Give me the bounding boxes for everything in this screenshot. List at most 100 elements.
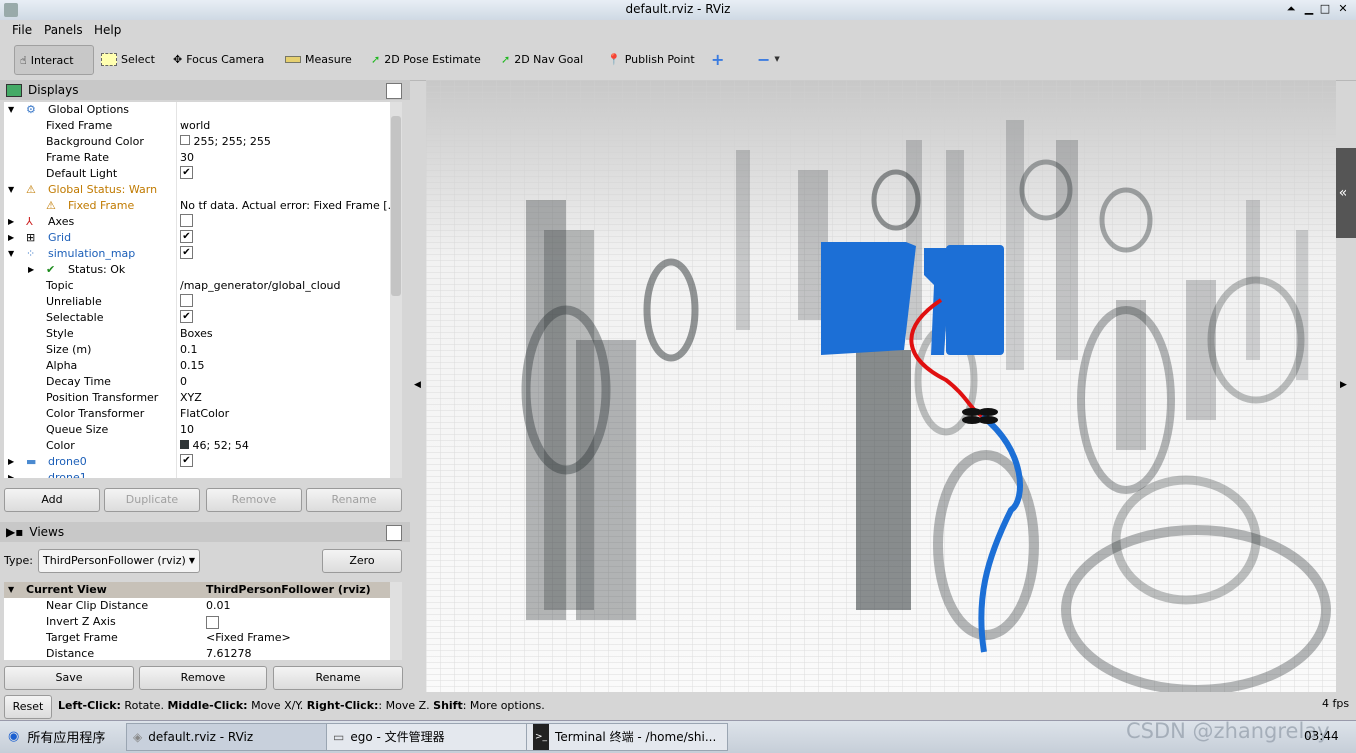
prop-value[interactable]: 255; 255; 255 [180,134,271,150]
tree-row[interactable]: Target Frame <Fixed Frame> [4,630,390,646]
scroll-thumb[interactable] [391,116,401,296]
remove-display-button[interactable]: Remove [206,488,302,512]
prop-value[interactable]: FlatColor [180,406,229,422]
grid-label: Grid [48,231,72,244]
tree-row[interactable]: Frame Rate 30 [4,150,390,166]
prop-value[interactable]: 30 [180,150,194,166]
checkbox[interactable]: ✔ [180,230,193,243]
tree-row[interactable]: ▶ ✔ Status: Ok [4,262,390,278]
tree-row[interactable]: Topic/map_generator/global_cloud [4,278,390,294]
tree-row[interactable]: Size (m) 0.1 [4,342,390,358]
menu-panels[interactable]: Panels [44,23,83,37]
axes-icon: ⅄ [26,215,33,228]
checkbox[interactable]: ✔ [180,246,193,259]
nav-goal-tool[interactable]: ➚ 2D Nav Goal [496,45,588,73]
tree-row[interactable]: ▶ ⅄ Axes [4,214,390,230]
prop-value[interactable]: world [180,118,210,134]
select-tool[interactable]: Select [96,45,160,73]
applications-menu[interactable]: ◉ 所有应用程序 [8,727,105,746]
tree-row[interactable]: ⚠ Fixed Frame No tf data. Actual error: Fi… [4,198,390,214]
tree-row[interactable]: Distance 7.61278 [4,646,390,660]
tree-row[interactable]: Position Transformer XYZ [4,390,390,406]
checkbox[interactable]: ✔ [180,166,193,179]
duplicate-button[interactable]: Duplicate [104,488,200,512]
task-rviz[interactable]: ◈ default.rviz - RViz [126,723,328,751]
mouse-hint: Left-Click: Rotate. Middle-Click: Move X… [58,699,545,712]
prop-value[interactable]: 0.01 [206,598,231,614]
remove-tool-icon[interactable]: − ▼ [752,45,785,73]
prop-value[interactable]: 10 [180,422,194,438]
checkbox[interactable]: ✔ [180,310,193,323]
zero-button[interactable]: Zero [322,549,402,573]
maximize-icon[interactable]: □ [1318,2,1332,16]
views-float-button[interactable] [386,525,402,541]
tree-row[interactable]: Unreliable [4,294,390,310]
pose-estimate-tool[interactable]: ➚ 2D Pose Estimate [366,45,486,73]
tree-row[interactable]: Color Transformer FlatColor [4,406,390,422]
remove-view-button[interactable]: Remove [139,666,267,690]
displays-scrollbar[interactable] [390,102,402,478]
add-button[interactable]: Add [4,488,100,512]
tree-row[interactable]: Invert Z Axis [4,614,390,630]
displays-float-button[interactable] [386,83,402,99]
tree-row[interactable]: ▼ ⚙ Global Options [4,102,390,118]
tree-row[interactable]: ▼ ⚠ Global Status: Warn [4,182,390,198]
tree-row[interactable]: Color 46; 52; 54 [4,438,390,454]
prop-label: Near Clip Distance [46,599,149,612]
publish-point-tool[interactable]: 📍 Publish Point [602,45,700,73]
map-pin-icon: 📍 [607,52,621,66]
focus-camera-tool[interactable]: ✥ Focus Camera [168,45,269,73]
measure-tool[interactable]: Measure [280,45,357,73]
tree-row[interactable]: Queue Size 10 [4,422,390,438]
tree-row[interactable]: Near Clip Distance 0.01 [4,598,390,614]
prop-value[interactable]: 7.61278 [206,646,252,660]
menu-file[interactable]: File [12,23,32,37]
menu-help[interactable]: Help [94,23,121,37]
hint-text: Move X/Y. [247,699,307,712]
reset-button[interactable]: Reset [4,695,52,719]
scene-canvas [426,80,1336,692]
interact-tool[interactable]: ☝ Interact [14,45,94,75]
tree-row[interactable]: Background Color 255; 255; 255 [4,134,390,150]
tree-row[interactable]: ▼ Current View ThirdPersonFollower (rviz) [4,582,390,598]
tree-row[interactable]: ▼ ⁘ simulation_map ✔ [4,246,390,262]
tree-row[interactable]: Default Light ✔ [4,166,390,182]
rename-display-button[interactable]: Rename [306,488,402,512]
prop-value[interactable]: <Fixed Frame> [206,630,291,646]
3d-render-view[interactable] [426,80,1336,692]
shade-icon[interactable]: ⏶ [1284,2,1298,16]
add-tool-icon[interactable]: + [706,45,729,73]
tree-row[interactable]: Style Boxes [4,326,390,342]
task-terminal[interactable]: >_ Terminal 终端 - /home/shi... [526,723,728,751]
close-icon[interactable]: ✕ [1336,2,1350,16]
prop-label: Decay Time [46,375,111,388]
save-view-button[interactable]: Save [4,666,134,690]
checkbox[interactable] [180,214,193,227]
minimize-icon[interactable]: ▁ [1302,2,1316,16]
tree-row[interactable]: ▶ ⊞ Grid ✔ [4,230,390,246]
prop-label: Alpha [46,359,78,372]
task-file-manager[interactable]: ▭ ego - 文件管理器 [326,723,528,751]
collapse-right-icon[interactable]: ▶ [1340,380,1347,390]
views-scrollbar[interactable] [390,582,402,660]
prop-value[interactable]: Boxes [180,326,213,342]
tree-row[interactable]: Decay Time 0 [4,374,390,390]
checkbox[interactable] [206,616,219,629]
prop-value[interactable]: 46; 52; 54 [180,438,249,454]
rename-view-button[interactable]: Rename [273,666,403,690]
prop-value[interactable]: /map_generator/global_cloud [180,278,341,294]
tree-row[interactable]: Alpha 0.15 [4,358,390,374]
tree-row[interactable]: Selectable ✔ [4,310,390,326]
prop-value[interactable]: 0.15 [180,358,205,374]
checkbox[interactable]: ✔ [180,454,193,467]
tree-row[interactable]: Fixed Frame world [4,118,390,134]
prop-value[interactable]: 0.1 [180,342,198,358]
view-type-select[interactable]: ThirdPersonFollower (rviz) ▼ [38,549,200,573]
tree-row[interactable]: ▶ ▬ drone0 ✔ [4,454,390,470]
prop-value[interactable]: XYZ [180,390,202,406]
checkbox[interactable] [180,294,193,307]
prop-value[interactable]: 0 [180,374,187,390]
tree-row[interactable]: ▶ drone1 [4,470,390,478]
collapse-left-icon[interactable]: ◀ [414,380,421,390]
task-label: Terminal 终端 - /home/shi... [555,730,717,744]
